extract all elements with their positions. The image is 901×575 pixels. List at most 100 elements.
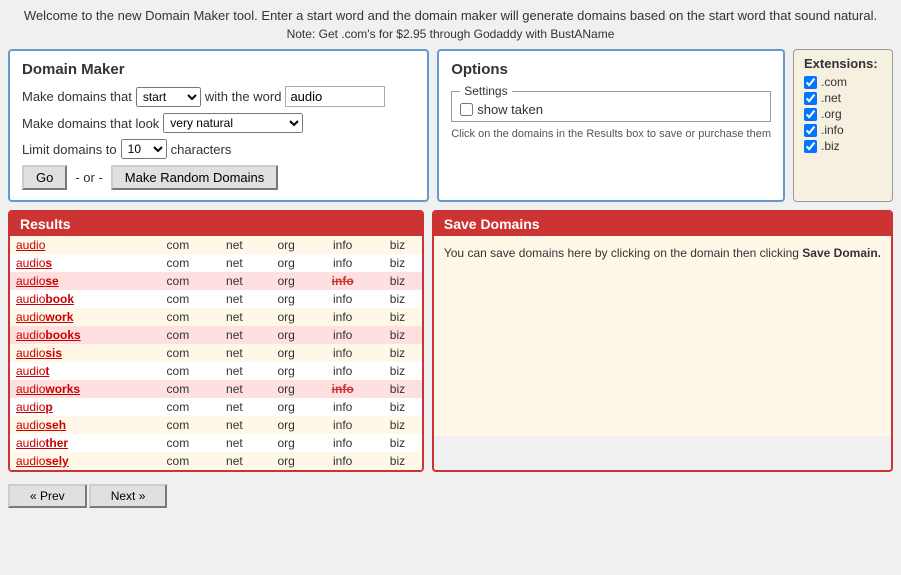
ext-cell-info[interactable]: info [312, 290, 373, 308]
ext-cell-org[interactable]: org [260, 272, 312, 290]
ext-cell-org[interactable]: org [260, 452, 312, 470]
ext-cell-info[interactable]: info [312, 272, 373, 290]
ext-cell-com[interactable]: com [147, 344, 209, 362]
ext-cell-net[interactable]: net [209, 326, 260, 344]
ext-biz-checkbox[interactable] [804, 140, 817, 153]
ext-cell-net[interactable]: net [209, 254, 260, 272]
ext-cell-net[interactable]: net [209, 308, 260, 326]
ext-cell-biz[interactable]: biz [373, 254, 422, 272]
domain-cell[interactable]: audiose [10, 272, 147, 290]
domain-cell[interactable]: audiobooks [10, 326, 147, 344]
ext-cell-net[interactable]: net [209, 380, 260, 398]
domain-cell[interactable]: audiobook [10, 290, 147, 308]
table-row[interactable]: audiotcomnetorginfobiz [10, 362, 422, 380]
ext-cell-org[interactable]: org [260, 326, 312, 344]
word-input[interactable] [285, 86, 385, 107]
natural-select[interactable]: very natural natural somewhat natural an… [163, 113, 303, 133]
ext-cell-net[interactable]: net [209, 362, 260, 380]
ext-cell-org[interactable]: org [260, 416, 312, 434]
domain-cell[interactable]: audiother [10, 434, 147, 452]
ext-cell-biz[interactable]: biz [373, 434, 422, 452]
ext-cell-biz[interactable]: biz [373, 308, 422, 326]
ext-cell-org[interactable]: org [260, 236, 312, 254]
ext-cell-biz[interactable]: biz [373, 272, 422, 290]
ext-cell-biz[interactable]: biz [373, 290, 422, 308]
ext-cell-org[interactable]: org [260, 308, 312, 326]
prev-button[interactable]: « Prev [8, 484, 87, 508]
ext-cell-biz[interactable]: biz [373, 398, 422, 416]
ext-cell-com[interactable]: com [147, 308, 209, 326]
ext-cell-com[interactable]: com [147, 434, 209, 452]
ext-cell-org[interactable]: org [260, 398, 312, 416]
ext-cell-info[interactable]: info [312, 326, 373, 344]
table-row[interactable]: audioscomnetorginfobiz [10, 254, 422, 272]
go-button[interactable]: Go [22, 165, 67, 190]
table-row[interactable]: audiobookcomnetorginfobiz [10, 290, 422, 308]
ext-cell-net[interactable]: net [209, 290, 260, 308]
domain-cell[interactable]: audiop [10, 398, 147, 416]
ext-cell-net[interactable]: net [209, 236, 260, 254]
ext-info-checkbox[interactable] [804, 124, 817, 137]
start-select[interactable]: start end contain [136, 87, 201, 107]
domain-cell[interactable]: audios [10, 254, 147, 272]
ext-cell-info[interactable]: info [312, 416, 373, 434]
ext-cell-biz[interactable]: biz [373, 344, 422, 362]
ext-org-checkbox[interactable] [804, 108, 817, 121]
table-row[interactable]: audiobookscomnetorginfobiz [10, 326, 422, 344]
ext-cell-net[interactable]: net [209, 398, 260, 416]
show-taken-checkbox[interactable] [460, 103, 473, 116]
ext-cell-org[interactable]: org [260, 362, 312, 380]
ext-cell-net[interactable]: net [209, 416, 260, 434]
ext-cell-com[interactable]: com [147, 326, 209, 344]
ext-cell-com[interactable]: com [147, 416, 209, 434]
table-row[interactable]: audioworkscomnetorginfobiz [10, 380, 422, 398]
domain-cell[interactable]: audio [10, 236, 147, 254]
table-row[interactable]: audiosecomnetorginfobiz [10, 272, 422, 290]
ext-cell-info[interactable]: info [312, 308, 373, 326]
ext-cell-org[interactable]: org [260, 434, 312, 452]
ext-cell-info[interactable]: info [312, 452, 373, 470]
ext-cell-com[interactable]: com [147, 398, 209, 416]
ext-cell-biz[interactable]: biz [373, 452, 422, 470]
next-button[interactable]: Next » [89, 484, 168, 508]
ext-cell-org[interactable]: org [260, 380, 312, 398]
ext-cell-net[interactable]: net [209, 434, 260, 452]
table-row[interactable]: audiothercomnetorginfobiz [10, 434, 422, 452]
domain-cell[interactable]: audiosis [10, 344, 147, 362]
ext-cell-com[interactable]: com [147, 290, 209, 308]
ext-cell-org[interactable]: org [260, 344, 312, 362]
ext-cell-info[interactable]: info [312, 398, 373, 416]
domain-cell[interactable]: audiowork [10, 308, 147, 326]
results-scroll[interactable]: audiocomnetorginfobizaudioscomnetorginfo… [10, 236, 422, 470]
ext-cell-com[interactable]: com [147, 452, 209, 470]
domain-cell[interactable]: audiosely [10, 452, 147, 470]
ext-cell-com[interactable]: com [147, 362, 209, 380]
ext-cell-biz[interactable]: biz [373, 380, 422, 398]
ext-cell-info[interactable]: info [312, 434, 373, 452]
ext-cell-info[interactable]: info [312, 380, 373, 398]
ext-cell-com[interactable]: com [147, 254, 209, 272]
domain-cell[interactable]: audioseh [10, 416, 147, 434]
table-row[interactable]: audiosehcomnetorginfobiz [10, 416, 422, 434]
ext-cell-biz[interactable]: biz [373, 236, 422, 254]
table-row[interactable]: audioselycomnetorginfobiz [10, 452, 422, 470]
ext-cell-info[interactable]: info [312, 362, 373, 380]
ext-cell-biz[interactable]: biz [373, 362, 422, 380]
table-row[interactable]: audiocomnetorginfobiz [10, 236, 422, 254]
ext-cell-com[interactable]: com [147, 236, 209, 254]
domain-cell[interactable]: audiot [10, 362, 147, 380]
ext-net-checkbox[interactable] [804, 92, 817, 105]
table-row[interactable]: audiopcomnetorginfobiz [10, 398, 422, 416]
ext-cell-info[interactable]: info [312, 344, 373, 362]
table-row[interactable]: audiosiscomnetorginfobiz [10, 344, 422, 362]
random-button[interactable]: Make Random Domains [111, 165, 278, 190]
ext-cell-org[interactable]: org [260, 254, 312, 272]
ext-cell-info[interactable]: info [312, 254, 373, 272]
ext-com-checkbox[interactable] [804, 76, 817, 89]
ext-cell-net[interactable]: net [209, 272, 260, 290]
ext-cell-biz[interactable]: biz [373, 416, 422, 434]
ext-cell-biz[interactable]: biz [373, 326, 422, 344]
ext-cell-com[interactable]: com [147, 380, 209, 398]
ext-cell-net[interactable]: net [209, 344, 260, 362]
ext-cell-net[interactable]: net [209, 452, 260, 470]
